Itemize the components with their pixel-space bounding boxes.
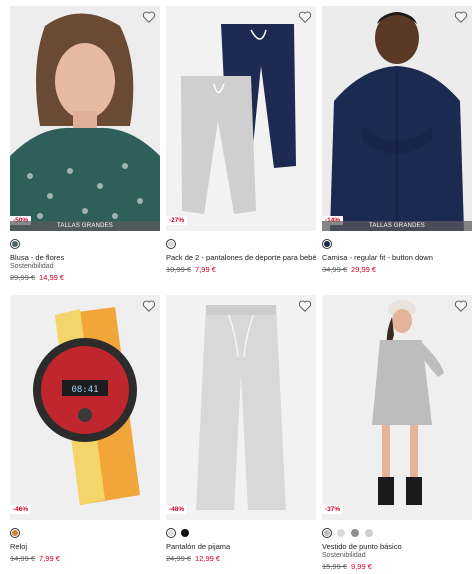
product-image[interactable]: 08:41 -46%	[10, 295, 160, 520]
product-image[interactable]: -48%	[166, 295, 316, 520]
product-title[interactable]: Pantalón de pijama	[166, 542, 316, 551]
product-title[interactable]: Blusa - de flores	[10, 253, 160, 262]
product-card[interactable]: 08:41 -46% Reloj 14,99 €7,99 €	[10, 295, 160, 563]
price-row: 15,99 €9,99 €	[322, 562, 472, 571]
product-card[interactable]: -48% Pantalón de pijama 24,99 €12,99 €	[166, 295, 316, 563]
product-card[interactable]: -37% Vestido de punto básico Sostenibili…	[322, 295, 472, 571]
color-swatch[interactable]	[322, 528, 332, 538]
product-photo-blouse	[10, 6, 160, 231]
color-swatch[interactable]	[350, 528, 360, 538]
wishlist-heart-icon[interactable]	[142, 299, 156, 313]
price-row: 29,99 €14,99 €	[10, 273, 160, 282]
sale-price: 14,99 €	[39, 273, 65, 282]
product-photo-shirt	[322, 6, 472, 231]
original-price: 29,99 €	[10, 273, 36, 282]
product-photo-baby-pants	[166, 6, 316, 231]
color-swatch[interactable]	[10, 528, 20, 538]
product-image[interactable]: -37%	[322, 295, 472, 520]
price-row: 10,99 €7,99 €	[166, 265, 316, 274]
product-card[interactable]: -14% TALLAS GRANDES Camisa - regular fit…	[322, 6, 472, 274]
product-title[interactable]: Camisa - regular fit - button down	[322, 253, 472, 262]
wishlist-heart-icon[interactable]	[298, 10, 312, 24]
color-swatches	[166, 528, 316, 538]
color-swatch[interactable]	[180, 528, 190, 538]
color-swatch[interactable]	[364, 528, 374, 538]
color-swatches	[322, 528, 472, 538]
color-swatches	[322, 239, 472, 249]
wishlist-heart-icon[interactable]	[298, 299, 312, 313]
color-swatches	[10, 528, 160, 538]
price-row: 24,99 €12,99 €	[166, 554, 316, 563]
color-swatch[interactable]	[10, 239, 20, 249]
color-swatches	[166, 239, 316, 249]
product-image[interactable]: -50% TALLAS GRANDES	[10, 6, 160, 231]
color-swatches	[10, 239, 160, 249]
sustainability-label: Sostenibilidad	[322, 552, 366, 559]
plus-size-banner: TALLAS GRANDES	[10, 221, 160, 231]
sale-price: 29,99 €	[351, 265, 377, 274]
product-photo-pajama-pants	[166, 295, 316, 520]
price-row: 14,99 €7,99 €	[10, 554, 160, 563]
discount-badge: -27%	[166, 216, 188, 225]
original-price: 34,99 €	[322, 265, 348, 274]
original-price: 14,99 €	[10, 554, 36, 563]
color-swatch[interactable]	[336, 528, 346, 538]
product-title[interactable]: Pack de 2 - pantalones de deporte para b…	[166, 253, 316, 262]
sale-price: 7,99 €	[39, 554, 60, 563]
color-swatch[interactable]	[166, 528, 176, 538]
product-image[interactable]: -14% TALLAS GRANDES	[322, 6, 472, 231]
color-swatch[interactable]	[322, 239, 332, 249]
product-title[interactable]: Reloj	[10, 542, 160, 551]
discount-badge: -46%	[10, 505, 32, 514]
sale-price: 12,99 €	[195, 554, 221, 563]
product-title[interactable]: Vestido de punto básico	[322, 542, 472, 551]
discount-badge: -37%	[322, 505, 344, 514]
sustainability-label: Sostenibilidad	[10, 263, 54, 270]
sale-price: 9,99 €	[351, 562, 372, 571]
original-price: 15,99 €	[322, 562, 348, 571]
product-card[interactable]: -50% TALLAS GRANDES Blusa - de flores So…	[10, 6, 160, 282]
price-row: 34,99 €29,99 €	[322, 265, 472, 274]
product-photo-knit-dress	[322, 295, 472, 520]
discount-badge: -48%	[166, 505, 188, 514]
original-price: 24,99 €	[166, 554, 192, 563]
wishlist-heart-icon[interactable]	[142, 10, 156, 24]
product-photo-watch: 08:41	[10, 295, 160, 520]
sale-price: 7,99 €	[195, 265, 216, 274]
wishlist-heart-icon[interactable]	[454, 10, 468, 24]
svg-text:08:41: 08:41	[71, 385, 98, 395]
wishlist-heart-icon[interactable]	[454, 299, 468, 313]
color-swatch[interactable]	[166, 239, 176, 249]
original-price: 10,99 €	[166, 265, 192, 274]
plus-size-banner: TALLAS GRANDES	[322, 221, 472, 231]
product-card[interactable]: -27% Pack de 2 - pantalones de deporte p…	[166, 6, 316, 274]
product-image[interactable]: -27%	[166, 6, 316, 231]
